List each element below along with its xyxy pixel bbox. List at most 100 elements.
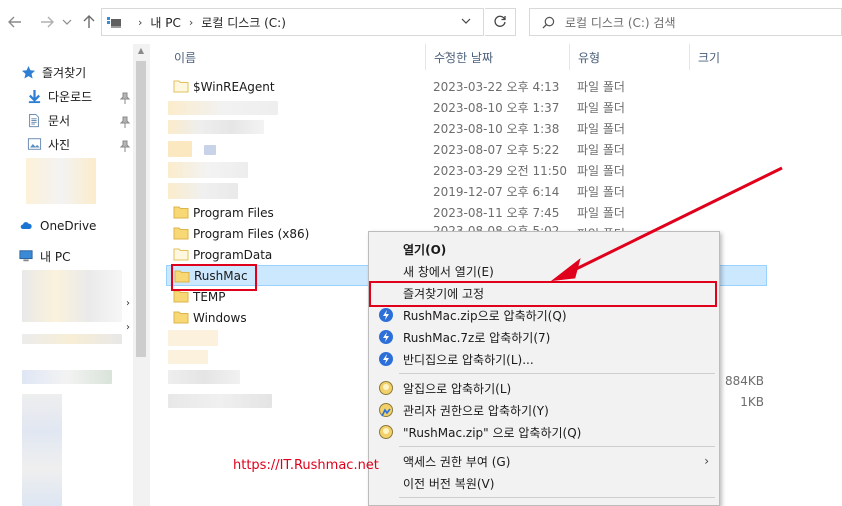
blurred-file-row [168,350,208,364]
forward-button[interactable] [38,12,56,32]
blurred-file-name [168,162,248,178]
file-date: 2023-03-29 오전 11:50 [433,164,568,178]
document-icon [26,112,42,128]
chevron-right-icon[interactable]: › [126,322,130,333]
bandizip-icon [379,352,393,366]
file-row[interactable]: 2023-08-10 오후 1:37 파일 폴더 [166,97,767,118]
nav-quick-access-label: 즐겨찾기 [42,65,87,80]
pin-icon[interactable] [120,92,130,104]
file-name: Program Files [193,205,274,220]
file-name: $WinREAgent [193,79,275,94]
breadcrumb-separator[interactable]: › [189,16,193,29]
column-header-date-label: 수정한 날짜 [434,50,494,65]
file-type: 파일 폴더 [577,80,625,94]
blurred-drive-entries [22,270,122,322]
breadcrumb-local-disk[interactable]: 로컬 디스크 (C:) [201,14,286,31]
star-icon [20,64,36,80]
arrow-right-icon [41,16,54,28]
nav-item-onedrive[interactable]: OneDrive [18,216,96,236]
column-header-size[interactable]: 크기 [690,44,770,70]
address-history-dropdown[interactable] [461,16,471,26]
breadcrumb-this-pc[interactable]: 내 PC [150,14,180,31]
menu-item-bandizip-zip[interactable]: RushMac.zip으로 압축하기(Q) [369,304,719,326]
menu-separator [399,373,715,374]
pin-icon[interactable] [120,116,130,128]
nav-item-downloads[interactable]: 다운로드 [26,86,92,106]
nav-item-label: 문서 [48,113,71,128]
blurred-file-row [168,330,218,346]
file-row[interactable]: 2023-08-10 오후 1:38 파일 폴더 [166,118,767,139]
file-row[interactable]: 2019-12-07 오후 6:14 파일 폴더 [166,181,767,202]
blurred-file-name [168,120,264,134]
file-date: 2023-08-10 오후 1:37 [433,101,560,115]
blurred-file-name [204,145,216,155]
address-bar[interactable]: › 내 PC › 로컬 디스크 (C:) [101,8,484,36]
chevron-down-icon [62,19,72,25]
monitor-icon [18,248,34,264]
blurred-file-name [168,101,278,115]
menu-item-label: 반디집으로 압축하기(L)... [403,352,534,367]
back-button[interactable] [6,12,24,32]
nav-item-label: 다운로드 [48,89,93,104]
menu-item-bandizip-7z[interactable]: RushMac.7z로 압축하기(7) [369,326,719,348]
cloud-icon [18,218,34,234]
alzip-icon [379,381,393,395]
file-type: 파일 폴더 [577,185,625,199]
navigation-pane: 즐겨찾기 다운로드 문서 사진 OneDrive 내 PC › › [0,44,152,506]
blurred-drive-entries [22,334,122,344]
menu-item-open[interactable]: 열기(O) [369,238,719,260]
column-header-date[interactable]: 수정한 날짜 [426,44,570,70]
nav-item-label: 내 PC [40,249,71,264]
arrow-up-icon [83,15,95,28]
column-header-type[interactable]: 유형 [570,44,690,70]
nav-scrollbar-thumb[interactable] [136,61,146,357]
arrow-left-icon [8,16,21,28]
refresh-button[interactable] [485,8,516,36]
highlight-box-rushmac [171,264,257,291]
search-icon [542,16,555,29]
menu-item-alzip-admin[interactable]: 관리자 권한으로 압축하기(Y) [369,399,719,421]
alzip-icon [379,425,393,439]
menu-item-alzip-zip[interactable]: "RushMac.zip" 으로 압축하기(Q) [369,421,719,443]
menu-item-give-access[interactable]: 액세스 권한 부여 (G) › [369,450,719,472]
blurred-network-entries [22,370,112,384]
menu-item-label: "RushMac.zip" 으로 압축하기(Q) [403,425,582,440]
blurred-file-row [168,370,240,384]
search-placeholder: 로컬 디스크 (C:) 검색 [565,15,676,30]
folder-icon [173,227,189,240]
bandizip-icon [379,330,393,344]
nav-quick-access[interactable]: 즐겨찾기 [20,62,86,82]
submenu-arrow-icon: › [704,454,709,468]
chevron-right-icon[interactable]: › [126,298,130,309]
bandizip-icon [379,308,393,322]
context-menu: 열기(O) 새 창에서 열기(E) 즐겨찾기에 고정 RushMac.zip으로… [368,231,720,506]
menu-item-open-new-window[interactable]: 새 창에서 열기(E) [369,260,719,282]
chevron-down-icon [461,18,471,24]
file-type: 파일 폴더 [577,101,625,115]
up-button[interactable] [80,12,98,32]
this-pc-icon [107,17,121,28]
nav-item-documents[interactable]: 문서 [26,110,70,130]
download-icon [26,88,42,104]
column-header-name[interactable]: 이름 [166,44,426,70]
menu-item-restore-previous[interactable]: 이전 버전 복원(V) [369,472,719,494]
file-type: 파일 폴더 [577,122,625,136]
search-box[interactable]: 로컬 디스크 (C:) 검색 [529,8,842,36]
menu-item-alzip-compress[interactable]: 알집으로 압축하기(L) [369,377,719,399]
file-date: 2023-03-22 오후 4:13 [433,80,560,94]
nav-item-pictures[interactable]: 사진 [26,134,70,154]
scroll-up-arrow-icon[interactable]: ▲ [136,46,146,56]
menu-separator [399,446,715,447]
file-row[interactable]: $WinREAgent 2023-03-22 오후 4:13 파일 폴더 [166,76,767,97]
file-date: 2023-08-11 오후 7:45 [433,206,560,220]
file-row[interactable]: 2023-03-29 오전 11:50 파일 폴더 [166,160,767,181]
file-row[interactable]: 2023-08-07 오후 5:22 파일 폴더 [166,139,767,160]
breadcrumb-separator[interactable]: › [138,16,142,29]
pin-icon[interactable] [120,140,130,152]
nav-item-this-pc[interactable]: 내 PC [18,246,70,266]
recent-dropdown-button[interactable] [62,12,72,32]
menu-item-bandizip-compress[interactable]: 반디집으로 압축하기(L)... [369,348,719,370]
file-type: 파일 폴더 [577,206,625,220]
blurred-file-name [168,141,192,157]
file-row[interactable]: Program Files 2023-08-11 오후 7:45 파일 폴더 [166,202,767,223]
